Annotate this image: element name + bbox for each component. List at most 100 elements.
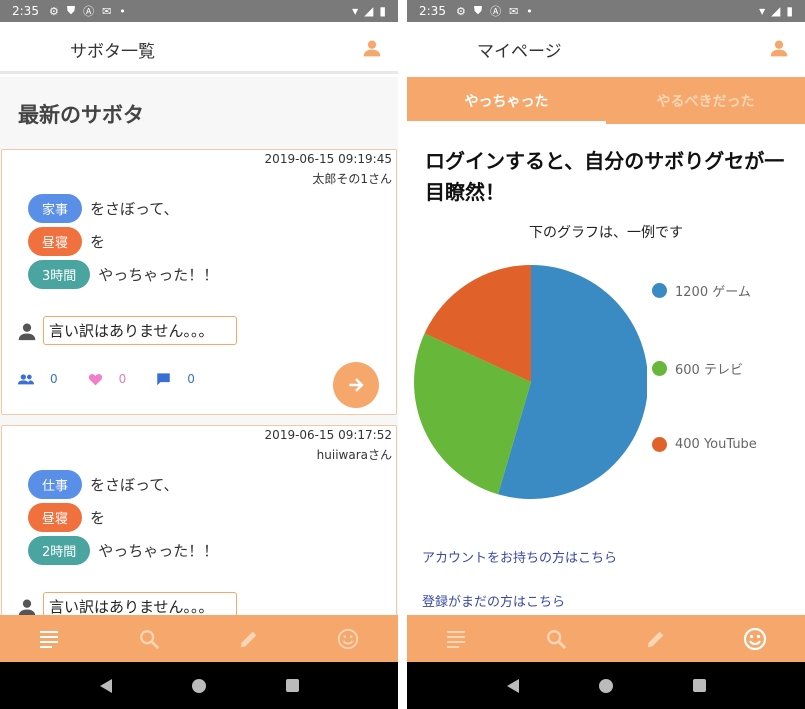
login-link[interactable]: アカウントをお持ちの方はこちら [422,547,617,566]
app-status-icon: Ⓐ [490,5,502,18]
legend-dot [652,283,667,298]
register-link[interactable]: 登録がまだの方はこちら [422,591,565,610]
tab-did[interactable]: やっちゃった [407,77,606,124]
nav-write[interactable] [644,627,668,651]
status-time: 2:35 [12,4,39,18]
skipped-row: 家事 をさぼって、 [28,194,179,223]
status-bar: 2:35 ⚙ ⛊ Ⓐ ✉ • ▾ ◢ ▮ [407,0,805,22]
duration-row: 2時間 やっちゃった！！ [28,536,218,565]
status-time: 2:35 [419,4,446,18]
heart-icon [88,373,102,385]
wifi-icon: ▾ [352,4,359,18]
legend-label: 1200 ゲーム [675,285,751,300]
search-icon [547,629,567,649]
pencil-icon [647,631,664,647]
smiley-icon [744,627,767,650]
heart-stat[interactable]: 0 [88,372,126,386]
comment-count: 0 [187,372,195,386]
shield-status-icon: ⛊ [66,4,76,17]
people-count: 0 [50,372,58,386]
wifi-icon: ▾ [759,4,766,18]
dot-status-icon: • [119,4,126,18]
section-title: 最新のサボタ [18,103,144,127]
duration-tag[interactable]: 3時間 [28,260,91,289]
nav-write[interactable] [237,627,261,651]
comment-icon [157,373,171,386]
settings-status-icon: ⚙ [455,4,466,18]
duration-tag[interactable]: 2時間 [28,536,91,565]
comment-stat[interactable]: 0 [156,372,195,386]
bottom-nav [0,615,398,662]
skipped-tag[interactable]: 家事 [28,194,83,223]
pie-chart [414,265,647,499]
user-icon[interactable] [769,38,789,58]
excuse-text: 言い訳はありません。。。 [43,592,237,615]
chart-caption: 下のグラフは、一例です [529,225,683,241]
feed[interactable]: 最新のサボタ 2019-06-15 09:19:45 太郎その1さん 家事 をさ… [0,77,398,615]
nav-search[interactable] [544,627,568,651]
right-screen: 2:35 ⚙ ⛊ Ⓐ ✉ • ▾ ◢ ▮ マイページ やっちゃった やるべきだっ… [407,0,805,709]
recents-icon[interactable] [285,679,299,692]
post-author: 太郎その1さん [312,172,392,186]
post-stats: 0 0 0 [18,372,225,386]
legend-label: 600 テレビ [675,363,743,378]
legend-item: 400 YouTube [652,437,757,452]
system-nav [0,662,398,709]
back-icon[interactable] [99,678,112,693]
user-icon[interactable] [362,38,382,58]
nav-list[interactable] [445,627,469,651]
app-title: サボタ一覧 [70,42,155,62]
bottom-nav [407,615,805,662]
did-tag[interactable]: 昼寝 [28,503,83,532]
nav-mypage[interactable] [336,627,360,651]
legend-dot [652,437,667,452]
skipped-tag[interactable]: 仕事 [28,470,83,499]
legend-item: 1200 ゲーム [652,281,751,300]
home-icon[interactable] [191,678,206,693]
app-title: マイページ [477,42,562,62]
dot-status-icon: • [526,4,533,18]
post-card[interactable]: 2019-06-15 09:17:52 huiiwaraさん 仕事 をさぼって、… [1,425,397,615]
post-author: huiiwaraさん [316,448,392,462]
search-icon [140,629,160,649]
excuse-row: 言い訳はありません。。。 [17,592,237,615]
mail-status-icon: ✉ [102,4,112,18]
recents-icon[interactable] [692,679,706,692]
app-bar: サボタ一覧 [0,22,398,74]
did-tag[interactable]: 昼寝 [28,227,83,256]
list-icon [39,630,58,648]
nav-search[interactable] [137,627,161,651]
app-status-icon: Ⓐ [83,5,95,18]
nav-list[interactable] [38,627,62,651]
tab-bar: やっちゃった やるべきだった [407,77,805,124]
skipped-suffix: をさぼって、 [90,476,179,494]
person-icon [18,599,36,615]
pencil-icon [240,631,257,647]
skipped-suffix: をさぼって、 [90,200,179,218]
mypage-content: ログインすると、自分のサボりグセが一目瞭然！ 下のグラフは、一例です 1200 … [407,124,805,615]
people-stat[interactable]: 0 [18,372,58,386]
person-icon [18,323,36,340]
shield-status-icon: ⛊ [473,4,483,17]
arrow-right-icon [349,378,364,392]
nav-mypage[interactable] [743,627,767,651]
duration-row: 3時間 やっちゃった！！ [28,260,218,289]
open-post-button[interactable] [333,362,379,408]
post-date: 2019-06-15 09:17:52 [264,428,392,442]
post-card[interactable]: 2019-06-15 09:19:45 太郎その1さん 家事 をさぼって、 昼寝… [1,149,397,415]
skipped-row: 仕事 をさぼって、 [28,470,179,499]
home-icon[interactable] [598,678,613,693]
headline: ログインすると、自分のサボりグセが一目瞭然！ [425,149,785,204]
post-date: 2019-06-15 09:19:45 [264,152,392,166]
legend-item: 600 テレビ [652,359,743,378]
excuse-text: 言い訳はありません。。。 [43,316,237,345]
did-row: 昼寝 を [28,503,105,532]
status-bar: 2:35 ⚙ ⛊ Ⓐ ✉ • ▾ ◢ ▮ [0,0,398,22]
tab-should-have-done[interactable]: やるべきだった [606,77,805,124]
app-bar: マイページ [407,22,805,74]
system-nav [407,662,805,709]
legend-dot [652,361,667,376]
back-icon[interactable] [506,678,519,693]
settings-status-icon: ⚙ [48,4,59,18]
duration-suffix: やっちゃった！！ [98,266,219,284]
